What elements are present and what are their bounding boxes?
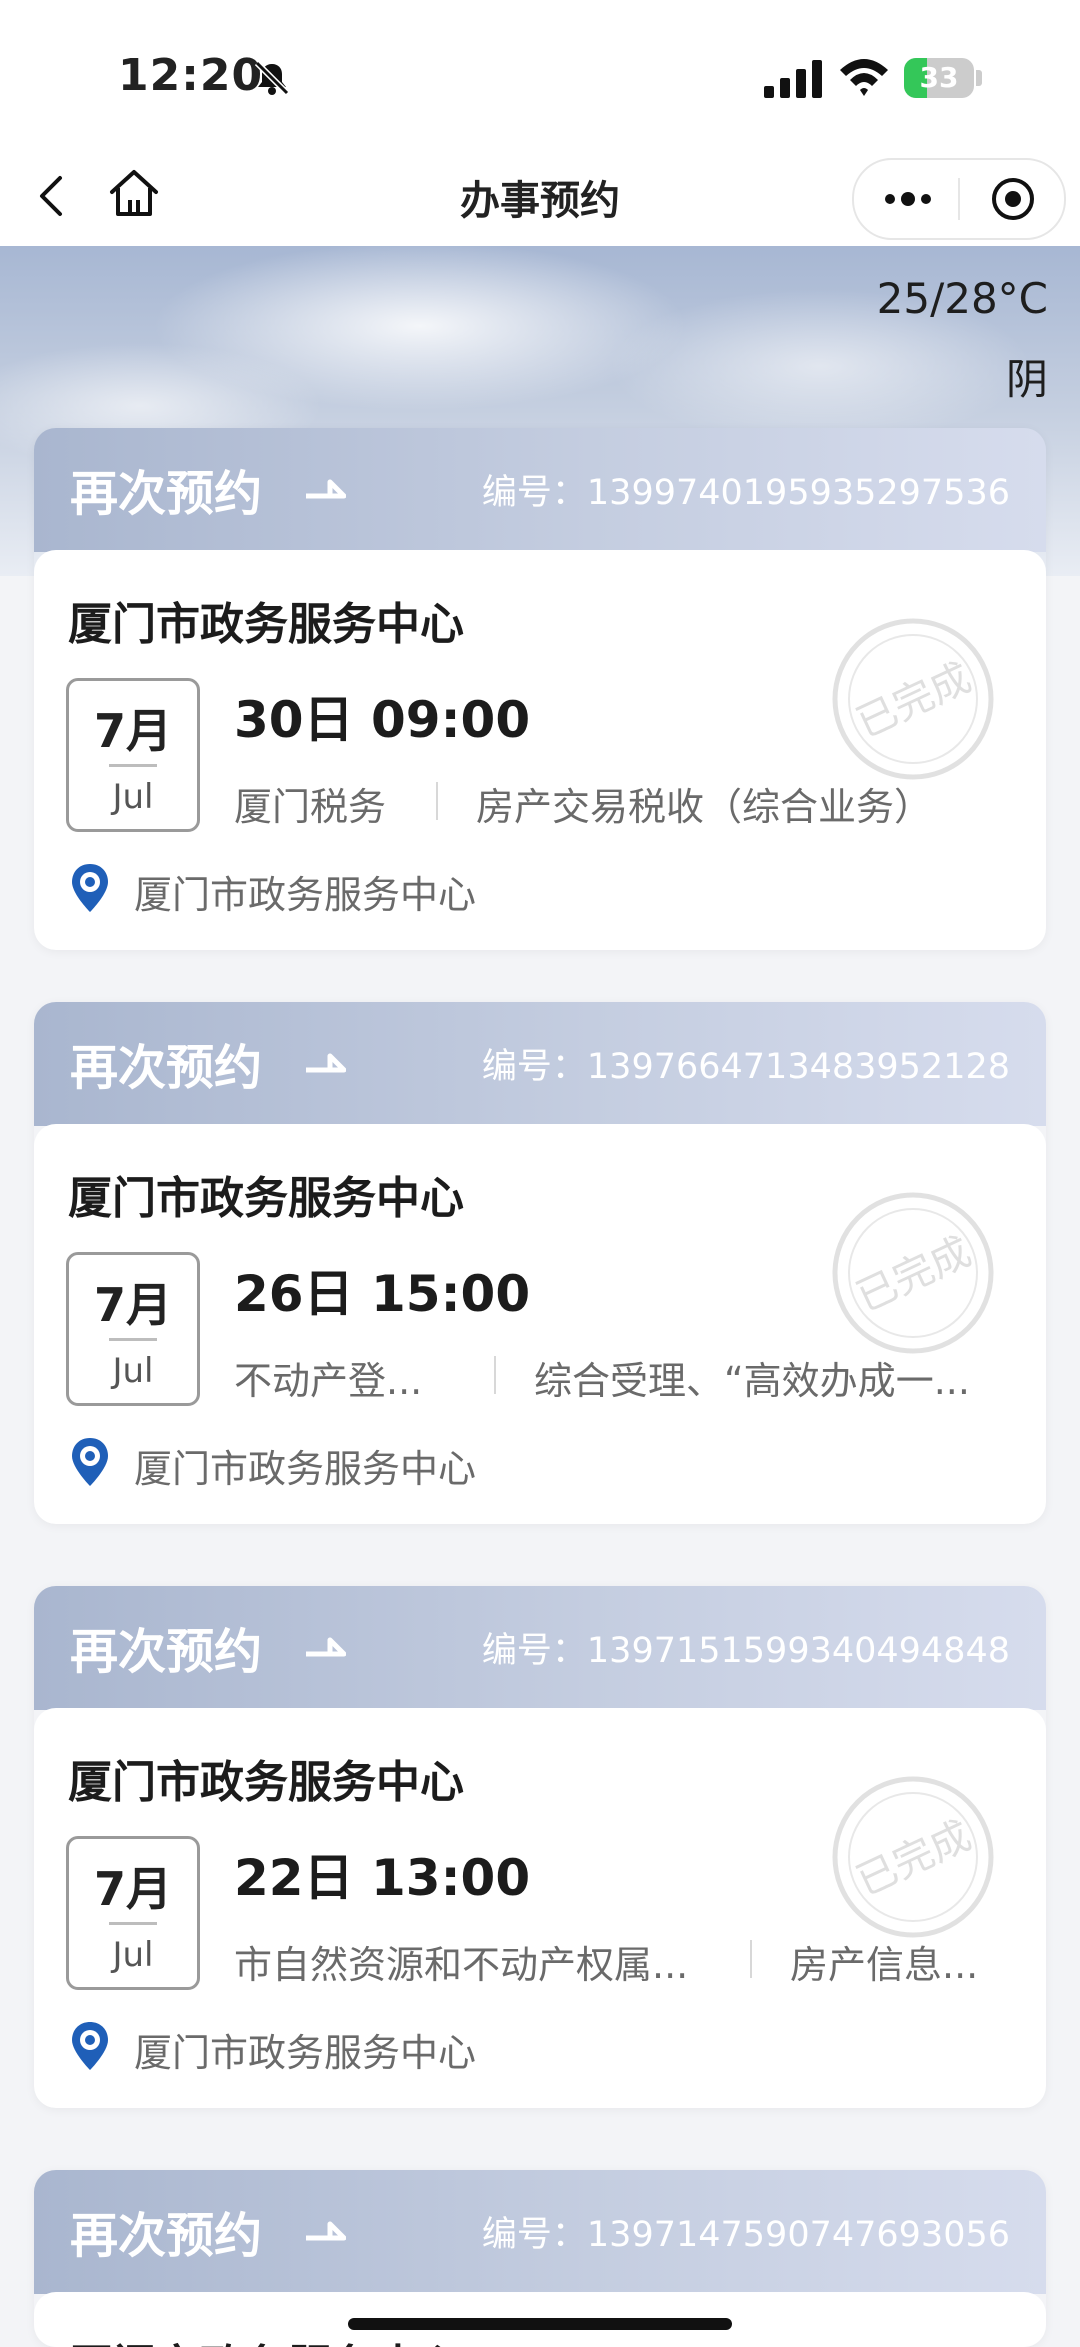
center-name: 厦门市政务服务中心 [68, 2330, 464, 2347]
day-time: 30日 09:00 [234, 691, 531, 749]
month-cn: 7月 [93, 704, 172, 758]
bell-muted-icon [254, 60, 290, 96]
rebook-button[interactable]: 再次预约 [70, 454, 262, 524]
month-en: Jul [112, 777, 154, 817]
status-bar: 12:20 33 [0, 0, 1080, 150]
day-time: 26日 15:00 [234, 1265, 531, 1323]
weather-condition: 阴 [1005, 355, 1048, 404]
cellular-signal-icon [764, 60, 822, 98]
miniapp-capsule [852, 158, 1066, 240]
arrow-icon [306, 2221, 346, 2241]
completed-stamp: 已完成 [832, 618, 994, 780]
appointment-card[interactable]: 再次预约 编号：1397151599340494848 厦门市政务服务中心 7月… [34, 1586, 1046, 2108]
service-name: 房产信息... [790, 1943, 979, 1987]
serial-number: 编号：1397664713483952128 [481, 1047, 1010, 1087]
location-text: 厦门市政务服务中心 [134, 873, 477, 917]
day-time: 22日 13:00 [234, 1849, 531, 1907]
month-en: Jul [112, 1351, 154, 1391]
location-text: 厦门市政务服务中心 [134, 2031, 477, 2075]
date-box: 7月 Jul [66, 678, 200, 832]
home-indicator[interactable] [348, 2318, 732, 2330]
capsule-divider [958, 178, 960, 220]
rebook-button[interactable]: 再次预约 [70, 1612, 262, 1682]
center-name: 厦门市政务服务中心 [68, 1173, 464, 1224]
temperature: 25/28°C [876, 274, 1048, 323]
separator [436, 782, 438, 820]
serial-number: 编号：1397151599340494848 [481, 1631, 1010, 1671]
appointment-card[interactable]: 再次预约 编号：1399740195935297536 厦门市政务服务中心 7月… [34, 428, 1046, 950]
wifi-icon [840, 59, 888, 96]
center-name: 厦门市政务服务中心 [68, 1757, 464, 1808]
card-header: 再次预约 编号：1399740195935297536 [34, 428, 1046, 552]
date-divider [109, 1922, 157, 1925]
department: 厦门税务 [234, 785, 387, 829]
close-miniapp-icon[interactable] [990, 176, 1036, 222]
card-body: 厦门市政务服务中心 7月 Jul 26日 15:00 不动产登... 综合受理、… [34, 1124, 1046, 1524]
separator [750, 1940, 752, 1978]
separator [494, 1356, 496, 1394]
arrow-icon [306, 1637, 346, 1657]
rebook-button[interactable]: 再次预约 [70, 1028, 262, 1098]
arrow-icon [306, 1053, 346, 1073]
card-header: 再次预约 编号：1397151599340494848 [34, 1586, 1046, 1710]
card-header: 再次预约 编号：1397664713483952128 [34, 1002, 1046, 1126]
month-en: Jul [112, 1935, 154, 1975]
month-cn: 7月 [93, 1862, 172, 1916]
service-name: 房产交易税收（综合业务） [476, 785, 933, 829]
location-pin-icon [72, 1438, 108, 1486]
card-body: 厦门市政务服务中心 7月 Jul 30日 09:00 厦门税务 房产交易税收（综… [34, 550, 1046, 950]
month-cn: 7月 [93, 1278, 172, 1332]
date-divider [109, 764, 157, 767]
svg-text:已完成: 已完成 [850, 1229, 978, 1321]
battery-level: 33 [919, 61, 959, 94]
rebook-button[interactable]: 再次预约 [70, 2196, 262, 2266]
date-box: 7月 Jul [66, 1836, 200, 1990]
center-name: 厦门市政务服务中心 [68, 599, 464, 650]
serial-number: 编号：1399740195935297536 [481, 473, 1010, 513]
nav-bar: 办事预约 [0, 150, 1080, 246]
battery-icon: 33 [904, 58, 974, 98]
status-time: 12:20 [118, 50, 264, 101]
date-divider [109, 1338, 157, 1341]
svg-text:已完成: 已完成 [850, 655, 978, 747]
location-text: 厦门市政务服务中心 [134, 1447, 477, 1491]
location-pin-icon [72, 864, 108, 912]
card-body: 厦门市政务服务中心 7月 Jul 22日 13:00 市自然资源和不动产权属..… [34, 1708, 1046, 2108]
department: 市自然资源和不动产权属... [234, 1943, 689, 1987]
arrow-icon [306, 479, 346, 499]
completed-stamp: 已完成 [832, 1776, 994, 1938]
department: 不动产登... [234, 1359, 423, 1403]
battery-tip [976, 70, 982, 86]
location-pin-icon [72, 2022, 108, 2070]
more-options-icon[interactable] [880, 182, 936, 216]
card-header: 再次预约 编号：1397147590747693056 [34, 2170, 1046, 2294]
date-box: 7月 Jul [66, 1252, 200, 1406]
svg-text:已完成: 已完成 [850, 1813, 978, 1905]
service-name: 综合受理、“高效办成一... [534, 1359, 970, 1403]
appointment-card[interactable]: 再次预约 编号：1397664713483952128 厦门市政务服务中心 7月… [34, 1002, 1046, 1524]
serial-number: 编号：1397147590747693056 [481, 2215, 1010, 2255]
completed-stamp: 已完成 [832, 1192, 994, 1354]
